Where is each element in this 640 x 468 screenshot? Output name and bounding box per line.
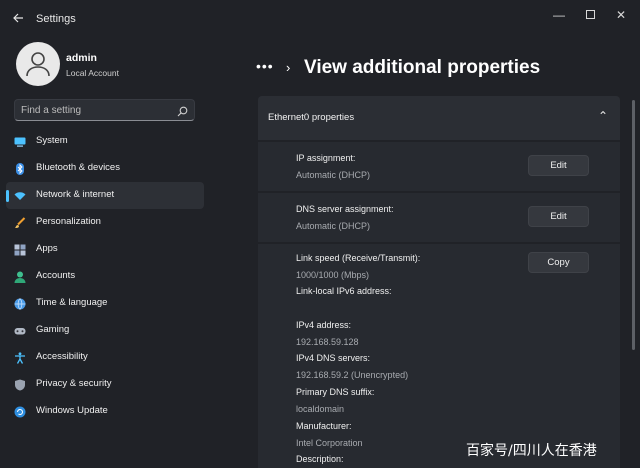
scrollbar[interactable]: [632, 100, 635, 350]
sidebar-item-privacy-security[interactable]: Privacy & security: [6, 371, 204, 398]
bluetooth-icon: [14, 162, 26, 175]
accessibility-icon: [14, 351, 26, 364]
globe-icon: [14, 297, 26, 310]
maximize-icon: [585, 10, 595, 19]
dns-assignment-row: DNS server assignment: Automatic (DHCP) …: [258, 193, 620, 242]
watermark: 百家号/四川人在香港: [466, 443, 597, 459]
sidebar-item-accounts[interactable]: Accounts: [6, 263, 204, 290]
breadcrumb-more-button[interactable]: •••: [256, 58, 274, 74]
system-icon: [14, 135, 26, 147]
window-title: Settings: [36, 13, 76, 25]
search-input[interactable]: [21, 102, 171, 118]
profile-account-type: Local Account: [66, 68, 119, 78]
user-profile[interactable]: admin Local Account: [16, 42, 236, 86]
panel-header[interactable]: Ethernet0 properties ⌃: [258, 96, 620, 140]
settings-window: Settings — ✕ admin Local Account System …: [0, 0, 640, 468]
dns-suffix-label: Primary DNS suffix:: [296, 387, 375, 397]
ip-assignment-label: IP assignment:: [296, 153, 356, 163]
dns-suffix-value: localdomain: [296, 404, 345, 414]
panel-title: Ethernet0 properties: [268, 112, 355, 123]
dns-assignment-value: Automatic (DHCP): [296, 221, 371, 231]
brush-icon: [14, 216, 26, 228]
apps-icon: [14, 243, 26, 256]
gaming-icon: [14, 324, 26, 336]
ipv4-label: IPv4 address:: [296, 320, 352, 330]
close-button[interactable]: ✕: [607, 6, 635, 24]
chevron-up-icon[interactable]: ⌃: [598, 109, 608, 123]
ipv4-dns-value: 192.168.59.2 (Unencrypted): [296, 370, 409, 380]
sidebar-item-label: Personalization: [36, 216, 101, 227]
edit-dns-button[interactable]: Edit: [528, 206, 589, 227]
sidebar-item-label: System: [36, 135, 68, 146]
network-icon: [14, 189, 26, 201]
sidebar-item-system[interactable]: System: [6, 128, 204, 155]
link-speed-value: 1000/1000 (Mbps): [296, 270, 370, 280]
sidebar-item-label: Apps: [36, 243, 58, 254]
sidebar-item-time-language[interactable]: Time & language: [6, 290, 204, 317]
selected-indicator: [6, 190, 9, 202]
shield-icon: [14, 378, 26, 391]
sidebar-item-label: Time & language: [36, 297, 108, 308]
sidebar-nav: System Bluetooth & devices Network & int…: [6, 128, 206, 425]
sidebar-item-label: Accounts: [36, 270, 76, 281]
manufacturer-value: Intel Corporation: [296, 438, 363, 448]
link-speed-label: Link speed (Receive/Transmit):: [296, 253, 421, 263]
back-arrow-icon[interactable]: [12, 12, 26, 26]
sidebar-item-label: Network & internet: [36, 189, 115, 200]
breadcrumb-chevron-icon: ›: [286, 60, 291, 75]
sidebar-item-accessibility[interactable]: Accessibility: [6, 344, 204, 371]
search-box[interactable]: [14, 99, 195, 121]
avatar: [16, 42, 60, 86]
sidebar-item-bluetooth[interactable]: Bluetooth & devices: [6, 155, 204, 182]
search-icon[interactable]: [177, 104, 188, 122]
sidebar-item-network[interactable]: Network & internet: [6, 182, 204, 209]
sidebar-item-label: Accessibility: [36, 351, 88, 362]
ipv4-value: 192.168.59.128: [296, 337, 359, 347]
ethernet-properties-panel: Ethernet0 properties ⌃ IP assignment: Au…: [258, 96, 620, 468]
user-icon: [26, 52, 50, 77]
sidebar-item-windows-update[interactable]: Windows Update: [6, 398, 204, 425]
sidebar-item-gaming[interactable]: Gaming: [6, 317, 204, 344]
description-label: Description:: [296, 454, 344, 464]
accounts-icon: [14, 270, 26, 283]
update-icon: [14, 405, 26, 418]
sidebar-item-label: Windows Update: [36, 405, 108, 416]
minimize-button[interactable]: —: [545, 6, 573, 24]
dns-assignment-label: DNS server assignment:: [296, 204, 394, 214]
sidebar-item-label: Bluetooth & devices: [36, 162, 120, 173]
network-details-row: Copy Link speed (Receive/Transmit): 1000…: [258, 244, 620, 468]
edit-ip-button[interactable]: Edit: [528, 155, 589, 176]
copy-button[interactable]: Copy: [528, 252, 589, 273]
manufacturer-label: Manufacturer:: [296, 421, 352, 431]
title-bar: Settings — ✕: [0, 0, 640, 36]
sidebar-item-apps[interactable]: Apps: [6, 236, 204, 263]
ip-assignment-row: IP assignment: Automatic (DHCP) Edit: [258, 142, 620, 191]
ip-assignment-value: Automatic (DHCP): [296, 170, 371, 180]
sidebar-item-label: Gaming: [36, 324, 70, 335]
profile-name: admin: [66, 52, 97, 64]
sidebar-item-label: Privacy & security: [36, 378, 112, 389]
ipv6-label: Link-local IPv6 address:: [296, 286, 392, 296]
sidebar-item-personalization[interactable]: Personalization: [6, 209, 204, 236]
maximize-button[interactable]: [576, 6, 604, 24]
ipv4-dns-label: IPv4 DNS servers:: [296, 353, 371, 363]
page-title: View additional properties: [304, 57, 541, 78]
